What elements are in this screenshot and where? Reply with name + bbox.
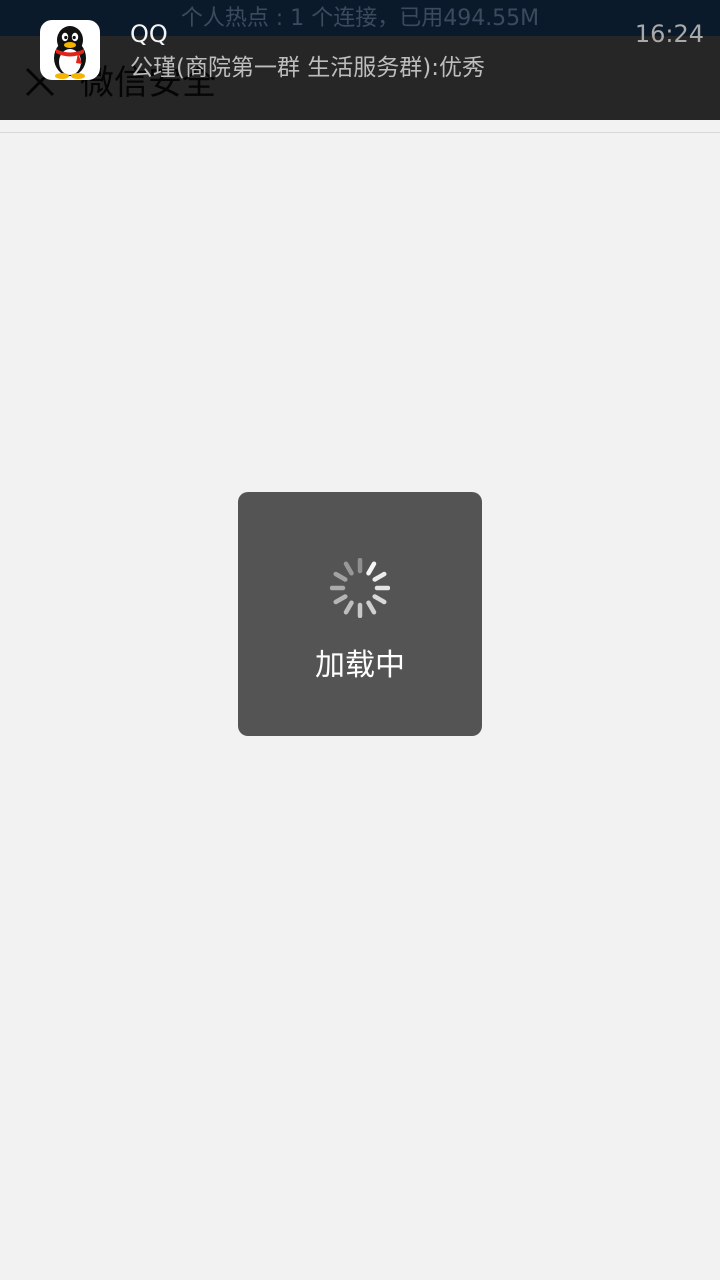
notification-message: 公瑾(商院第一群 生活服务群):优秀 [130,55,486,81]
notification-time: 16:24 [634,20,704,48]
spinner-icon [330,558,390,618]
notification-app-name: QQ [130,20,168,48]
header-divider [0,132,720,133]
loading-text: 加载中 [315,648,405,683]
qq-penguin-icon [40,20,100,80]
notification-banner[interactable]: QQ 公瑾(商院第一群 生活服务群):优秀 16:24 [0,0,720,120]
loading-toast: 加载中 [238,492,482,736]
